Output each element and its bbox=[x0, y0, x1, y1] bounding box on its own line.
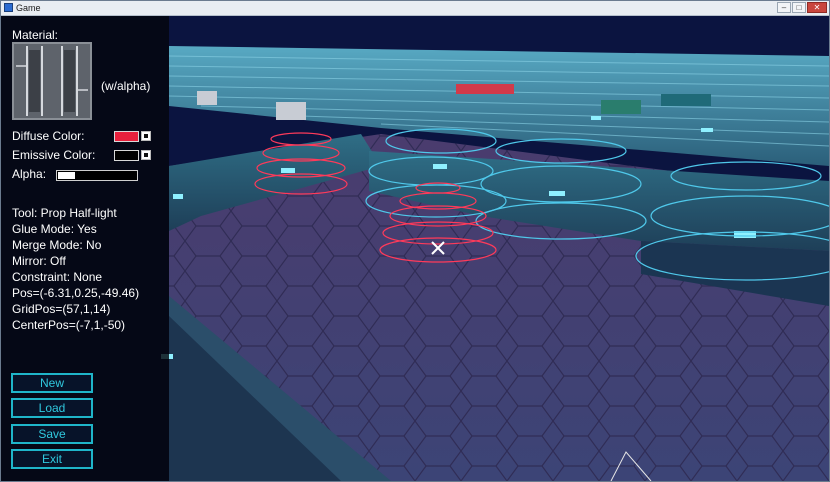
maximize-button[interactable]: □ bbox=[792, 2, 806, 13]
window-title: Game bbox=[16, 3, 41, 13]
prop-block bbox=[197, 91, 217, 105]
close-button[interactable]: ✕ bbox=[807, 2, 827, 13]
merge-mode-status: Merge Mode: No bbox=[12, 238, 102, 252]
diffuse-label: Diffuse Color: bbox=[12, 129, 85, 143]
material-preview[interactable] bbox=[12, 42, 92, 120]
minimize-button[interactable]: – bbox=[777, 2, 791, 13]
emissive-label: Emissive Color: bbox=[12, 148, 96, 162]
prop-block bbox=[601, 100, 641, 114]
position-readout: Pos=(-6.31,0.25,-49.46) bbox=[12, 286, 140, 300]
editor-status-panel: Tool: Prop Half-light Glue Mode: Yes Mer… bbox=[12, 205, 139, 333]
app-icon bbox=[4, 3, 13, 12]
glue-mode-status: Glue Mode: Yes bbox=[12, 222, 97, 236]
alpha-slider[interactable] bbox=[56, 170, 138, 181]
alpha-slider-fill bbox=[58, 172, 75, 179]
emissive-color-swatch[interactable] bbox=[114, 150, 139, 161]
alpha-note: (w/alpha) bbox=[101, 79, 151, 93]
diffuse-color-swatch[interactable] bbox=[114, 131, 139, 142]
new-button[interactable]: New bbox=[11, 373, 93, 393]
emissive-color-checkbox[interactable] bbox=[141, 150, 151, 160]
alpha-label: Alpha: bbox=[12, 167, 47, 181]
tool-status: Tool: Prop Half-light bbox=[12, 206, 117, 220]
constraint-status: Constraint: None bbox=[12, 270, 103, 284]
material-label: Material: bbox=[12, 28, 59, 42]
grid-position-readout: GridPos=(57,1,14) bbox=[12, 302, 111, 316]
game-window: Game – □ ✕ Material: (w/alpha) Diffuse C… bbox=[0, 0, 830, 482]
load-button[interactable]: Load bbox=[11, 398, 93, 418]
diffuse-color-checkbox[interactable] bbox=[141, 131, 151, 141]
prop-block bbox=[661, 94, 711, 106]
red-prop bbox=[456, 84, 514, 94]
mirror-status: Mirror: Off bbox=[12, 254, 66, 268]
prop-block bbox=[276, 102, 306, 120]
save-button[interactable]: Save bbox=[11, 424, 93, 444]
center-position-readout: CenterPos=(-7,1,-50) bbox=[12, 318, 126, 332]
title-bar[interactable]: Game – □ ✕ bbox=[1, 1, 829, 16]
material-texture bbox=[14, 44, 90, 118]
exit-button[interactable]: Exit bbox=[11, 449, 93, 469]
